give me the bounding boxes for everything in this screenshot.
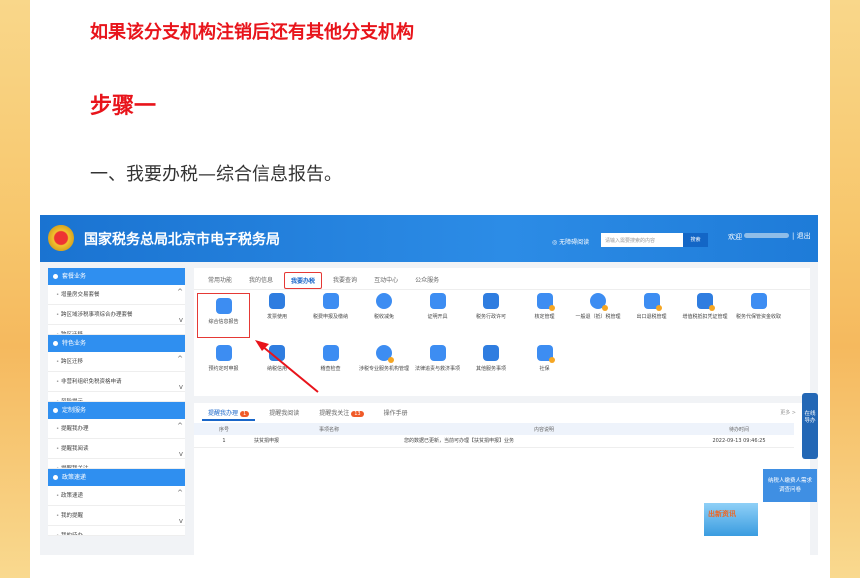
right-decor-stripe <box>830 0 860 578</box>
doc-instruction: 一、我要办税—综合信息报告。 <box>90 160 342 186</box>
red-arrow-annotation <box>40 215 818 555</box>
doc-heading: 如果该分支机构注销后还有其他分支机构 <box>90 18 414 44</box>
tax-portal-screenshot: 国家税务总局北京市电子税务局 ◎ 无障碍阅读 请输入需要搜索的内容 搜索 欢迎 … <box>40 215 818 555</box>
left-decor-stripe <box>0 0 30 578</box>
doc-step: 步骤一 <box>90 88 156 120</box>
